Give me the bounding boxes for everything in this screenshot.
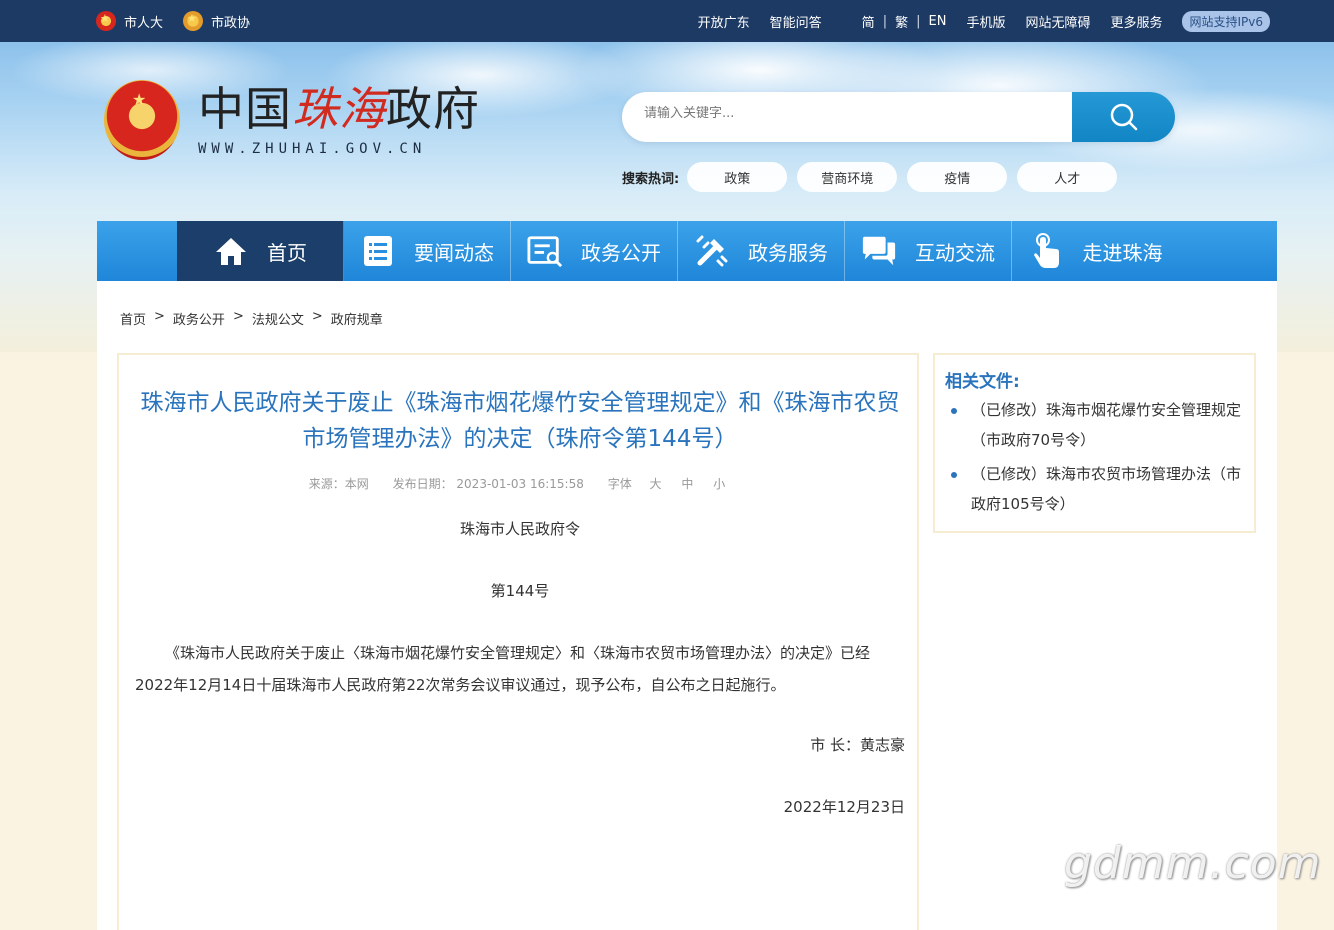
link-mobile[interactable]: 手机版 — [966, 12, 1005, 31]
national-emblem-icon — [104, 80, 180, 160]
link-accessibility[interactable]: 网站无障碍 — [1025, 12, 1090, 31]
article-date: 发布日期： 2023-01-03 16:15:58 — [392, 477, 584, 491]
cppcc-emblem-icon — [183, 11, 204, 31]
link-cppcc[interactable]: 市政协 — [183, 11, 250, 31]
hot-tag-business[interactable]: 营商环境 — [797, 162, 898, 192]
link-npc[interactable]: 市人大 — [96, 11, 163, 31]
logo-suffix: 政府 — [386, 82, 480, 136]
search-box — [622, 92, 1175, 142]
main-nav: 首页 要闻动态 政务公开 政务服务 互动交流 走进珠海 — [97, 221, 1277, 281]
hot-search: 搜索热词: 政策 营商环境 疫情 人才 — [622, 162, 1127, 192]
nav-gov-affairs-label: 政务公开 — [581, 240, 661, 265]
watermark: gdmm.com — [1064, 838, 1322, 889]
article-heading-order: 珠海市人民政府令 — [459, 520, 580, 538]
nav-news[interactable]: 要闻动态 — [344, 221, 511, 281]
font-size-small[interactable]: 小 — [713, 477, 725, 491]
logo-city: 珠海 — [292, 82, 386, 136]
tools-icon — [694, 233, 730, 269]
news-list-icon — [360, 233, 396, 269]
article-sign-date: 2022年12月23日 — [783, 798, 905, 816]
search-button[interactable] — [1072, 92, 1175, 142]
breadcrumb-gov-affairs[interactable]: 政务公开 — [173, 309, 225, 328]
link-npc-label: 市人大 — [124, 15, 164, 31]
breadcrumb-separator: > — [232, 309, 244, 324]
nav-home[interactable]: 首页 — [177, 221, 344, 281]
link-cppcc-label: 市政协 — [211, 15, 251, 31]
breadcrumb: 首页 > 政务公开 > 法规公文 > 政府规章 — [120, 309, 383, 328]
breadcrumb-separator: > — [311, 309, 323, 324]
home-icon — [213, 233, 249, 269]
emblem-icon — [96, 11, 116, 31]
nav-home-label: 首页 — [267, 240, 307, 265]
hot-search-label: 搜索热词: — [622, 171, 680, 187]
search-icon — [1110, 103, 1137, 131]
font-size-label: 字体 — [607, 477, 632, 491]
top-left-links: 市人大 市政协 — [96, 0, 250, 42]
related-file-item[interactable]: （已修改）珠海市农贸市场管理办法（市政府105号令） — [951, 459, 1241, 519]
logo-prefix: 中国 — [198, 82, 292, 136]
nav-services-label: 政务服务 — [748, 240, 828, 265]
related-files: 相关文件: （已修改）珠海市烟花爆竹安全管理规定（市政府70号令） （已修改）珠… — [933, 353, 1256, 533]
chat-icon — [861, 233, 897, 269]
font-size-large[interactable]: 大 — [650, 477, 662, 491]
lang-simplified[interactable]: 简 — [862, 12, 875, 31]
breadcrumb-home[interactable]: 首页 — [120, 309, 146, 328]
top-bar: 市人大 市政协 开放广东 智能问答 简 | 繁 | EN 手机版 网站无障碍 更… — [0, 0, 1334, 42]
content-panel: 首页 > 政务公开 > 法规公文 > 政府规章 珠海市人民政府关于废止《珠海市烟… — [97, 281, 1277, 930]
site-logo[interactable]: 中国珠海政府 WWW.ZHUHAI.GOV.CN — [104, 80, 480, 160]
nav-about-zhuhai-label: 走进珠海 — [1082, 240, 1163, 265]
language-switcher: 简 | 繁 | EN — [862, 12, 947, 31]
hot-tag-talent[interactable]: 人才 — [1017, 162, 1118, 192]
related-files-title: 相关文件: — [945, 372, 1020, 392]
search-input[interactable] — [644, 106, 1064, 121]
logo-text: 中国珠海政府 WWW.ZHUHAI.GOV.CN — [198, 83, 480, 157]
link-more-services[interactable]: 更多服务 — [1110, 12, 1162, 31]
document-icon — [527, 233, 563, 269]
article-heading-number: 第144号 — [490, 582, 550, 600]
hot-tag-policy[interactable]: 政策 — [687, 162, 788, 192]
breadcrumb-regulations[interactable]: 法规公文 — [252, 309, 304, 328]
article-signature: 市 长：黄志豪 — [810, 736, 905, 754]
related-file-item[interactable]: （已修改）珠海市烟花爆竹安全管理规定（市政府70号令） — [951, 395, 1241, 455]
link-smart-qa[interactable]: 智能问答 — [770, 12, 822, 31]
related-files-list: （已修改）珠海市烟花爆竹安全管理规定（市政府70号令） （已修改）珠海市农贸市场… — [951, 395, 1241, 523]
nav-about-zhuhai[interactable]: 走进珠海 — [1012, 221, 1179, 281]
nav-services[interactable]: 政务服务 — [678, 221, 845, 281]
nav-news-label: 要闻动态 — [414, 240, 494, 265]
breadcrumb-separator: > — [154, 309, 165, 324]
logo-url: WWW.ZHUHAI.GOV.CN — [198, 141, 427, 157]
lang-separator: | — [882, 13, 888, 29]
link-open-guangdong[interactable]: 开放广东 — [698, 12, 750, 31]
lang-english[interactable]: EN — [928, 14, 946, 29]
logo-title: 中国珠海政府 — [198, 83, 480, 135]
ipv6-badge: 网站支持IPv6 — [1182, 10, 1270, 32]
lang-separator: | — [916, 13, 921, 29]
breadcrumb-gov-rules[interactable]: 政府规章 — [331, 309, 383, 328]
hand-pointer-icon — [1029, 233, 1065, 269]
hot-tag-epidemic[interactable]: 疫情 — [907, 162, 1008, 192]
article-source: 来源：本网 — [308, 477, 369, 491]
lang-traditional[interactable]: 繁 — [895, 12, 908, 31]
article-title: 珠海市人民政府关于废止《珠海市烟花爆竹安全管理规定》和《珠海市农贸市场管理办法》… — [140, 390, 900, 452]
article-box: 珠海市人民政府关于废止《珠海市烟花爆竹安全管理规定》和《珠海市农贸市场管理办法》… — [117, 353, 919, 930]
font-size-medium[interactable]: 中 — [681, 477, 693, 491]
article-paragraph: 《珠海市人民政府关于废止〈珠海市烟花爆竹安全管理规定〉和〈珠海市农贸市场管理办法… — [135, 644, 871, 694]
nav-interaction[interactable]: 互动交流 — [845, 221, 1012, 281]
top-right-links: 开放广东 智能问答 简 | 繁 | EN 手机版 网站无障碍 更多服务 网站支持… — [698, 0, 1270, 42]
nav-interaction-label: 互动交流 — [915, 240, 995, 265]
nav-gov-affairs[interactable]: 政务公开 — [511, 221, 678, 281]
article-meta: 来源：本网 发布日期： 2023-01-03 16:15:58 字体 大 中 小 — [119, 475, 917, 492]
